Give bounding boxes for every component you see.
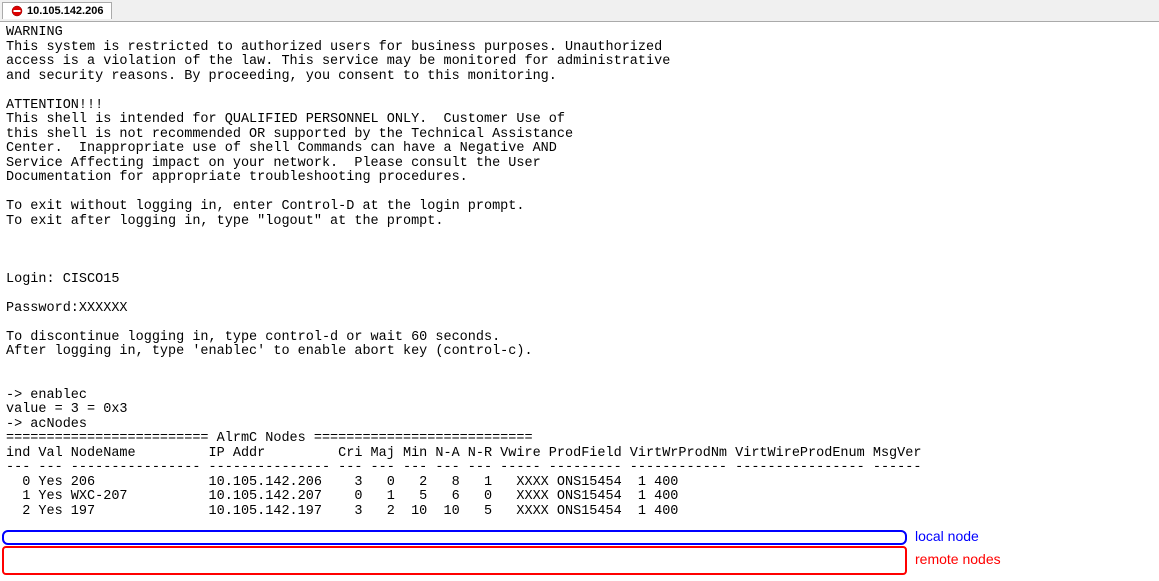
warning-line-0: This system is restricted to authorized … [6,40,662,55]
attention-line-3: Service Affecting impact on your network… [6,156,541,171]
remote-nodes-label: remote nodes [915,552,1001,567]
password-label: Password: [6,301,79,316]
table-row: 1 Yes WXC-207 10.105.142.207 0 1 5 6 0 X… [6,489,678,504]
password-value: XXXXXX [79,301,128,316]
table-row: 2 Yes 197 10.105.142.197 3 2 10 10 5 XXX… [6,504,678,519]
no-entry-icon [11,5,23,17]
table-row: 0 Yes 206 10.105.142.206 3 0 2 8 1 XXXX … [6,475,678,490]
warning-line-2: and security reasons. By proceeding, you… [6,69,557,84]
local-node-label: local node [915,529,979,544]
local-node-highlight-box [2,530,907,545]
attention-line-4: Documentation for appropriate troublesho… [6,170,468,185]
tab-bar: 10.105.142.206 [0,0,1159,22]
postlogin-line-1: After logging in, type 'enablec' to enab… [6,344,533,359]
prompt-enablec: -> enablec [6,388,87,403]
login-label: Login: [6,272,63,287]
exit-line-1: To exit after logging in, type "logout" … [6,214,443,229]
table-sep: ========================= AlrmC Nodes ==… [6,431,533,446]
terminal-output[interactable]: WARNING This system is restricted to aut… [0,22,1159,581]
session-tab[interactable]: 10.105.142.206 [2,2,112,19]
postlogin-line-0: To discontinue logging in, type control-… [6,330,500,345]
attention-line-1: this shell is not recommended OR support… [6,127,573,142]
attention-line-0: This shell is intended for QUALIFIED PER… [6,112,565,127]
prompt-acnodes: -> acNodes [6,417,87,432]
exit-line-0: To exit without logging in, enter Contro… [6,199,524,214]
remote-nodes-highlight-box [2,546,907,575]
table-underline: --- --- ---------------- ---------------… [6,460,921,475]
attention-header: ATTENTION!!! [6,98,103,113]
warning-header: WARNING [6,25,63,40]
login-value: CISCO15 [63,272,120,287]
tab-title: 10.105.142.206 [27,5,103,17]
warning-line-1: access is a violation of the law. This s… [6,54,670,69]
attention-line-2: Center. Inappropriate use of shell Comma… [6,141,557,156]
table-columns: ind Val NodeName IP Addr Cri Maj Min N-A… [6,446,921,461]
value-line: value = 3 = 0x3 [6,402,128,417]
